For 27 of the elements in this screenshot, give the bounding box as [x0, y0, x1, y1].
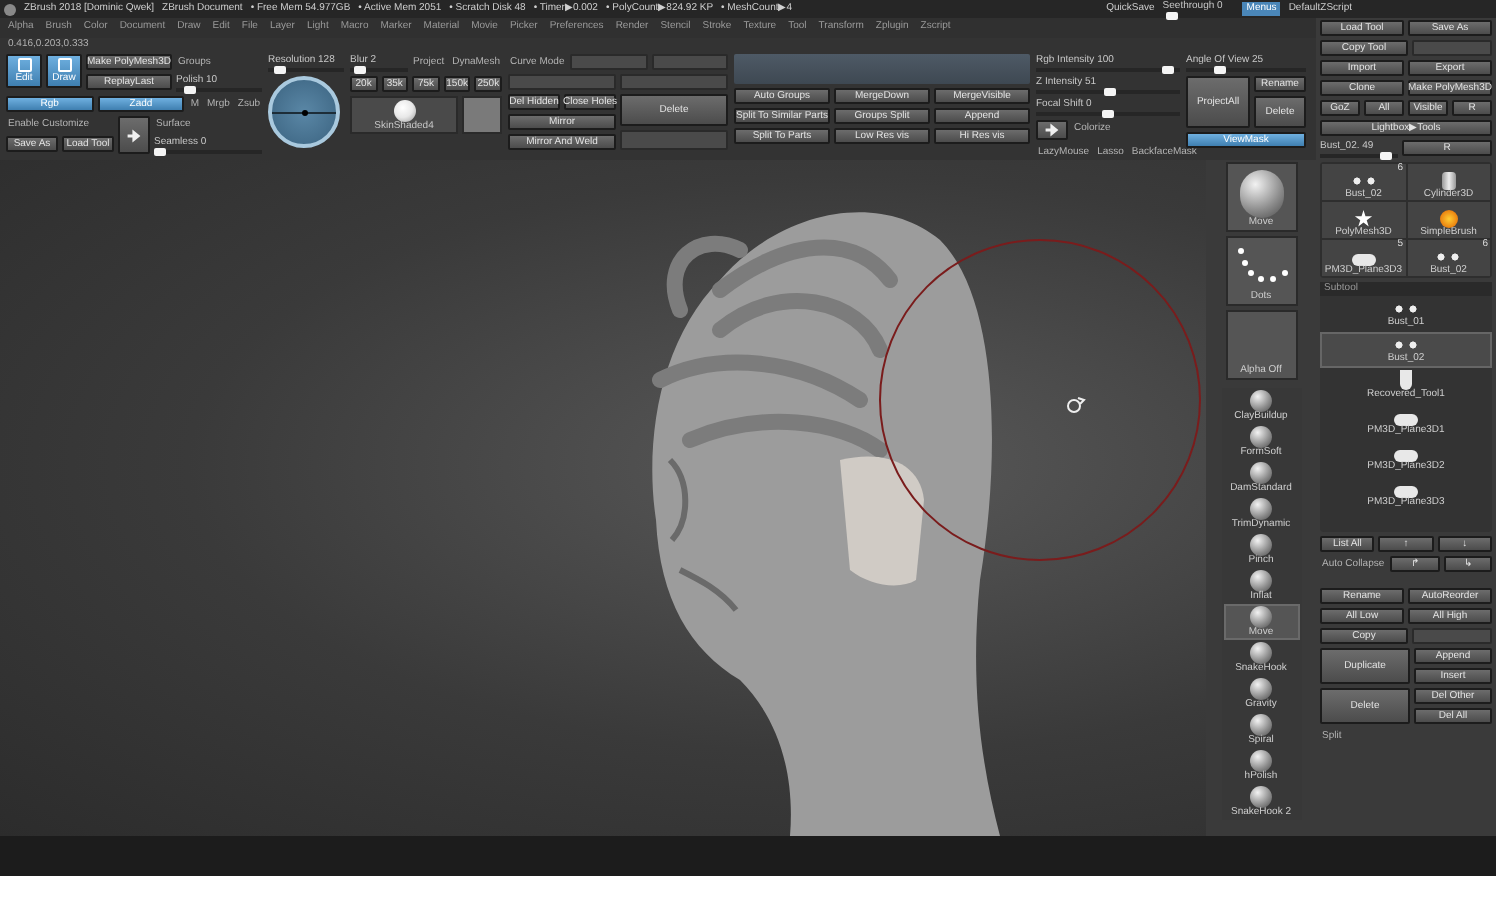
slider-thumb[interactable] [1379, 152, 1392, 160]
app-logo-icon [4, 3, 16, 15]
slider-thumb[interactable] [274, 66, 287, 74]
slider-thumb[interactable] [1161, 66, 1174, 74]
rotate-cursor-icon [1067, 397, 1086, 413]
tool-icon [17, 58, 31, 72]
slider-thumb[interactable] [154, 148, 166, 156]
slider-thumb[interactable] [1103, 88, 1116, 96]
slider-thumb[interactable] [1102, 110, 1114, 118]
plane-mesh-icon [1394, 450, 1418, 462]
slider-thumb[interactable] [183, 86, 196, 94]
brush-logo-icon [1439, 210, 1458, 228]
arrow-right-icon [1044, 122, 1060, 138]
icon-button[interactable] [118, 116, 150, 154]
slider-thumb[interactable] [354, 66, 367, 74]
slider-thumb[interactable] [1165, 12, 1178, 20]
color-swatch[interactable] [462, 96, 502, 134]
object-thumbnail-icon [1400, 370, 1412, 390]
slider-thumb[interactable] [1213, 66, 1225, 74]
plane-mesh-icon [1394, 414, 1418, 426]
arrow-right-icon [126, 127, 142, 143]
plane-mesh-icon [1394, 486, 1418, 498]
tool-icon [57, 58, 71, 72]
icon-button[interactable] [1036, 120, 1068, 140]
viewport[interactable] [0, 160, 1206, 836]
plane-mesh-icon [1351, 254, 1376, 266]
cylinder-icon [1441, 172, 1456, 190]
